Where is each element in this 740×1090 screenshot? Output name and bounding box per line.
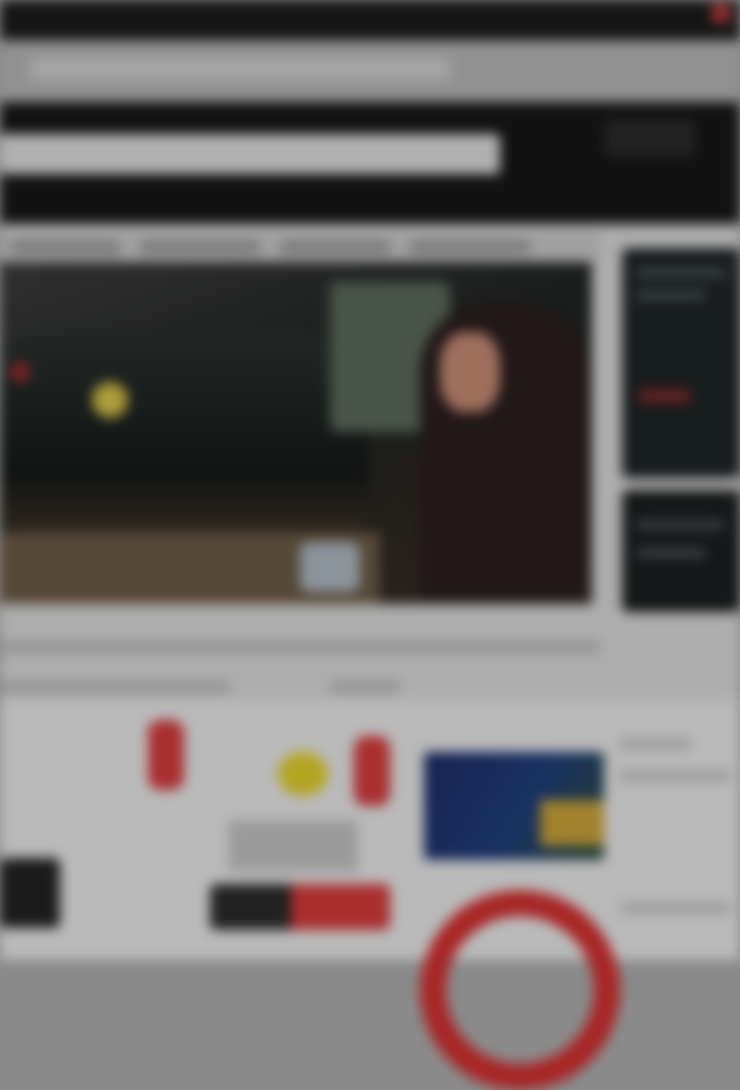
ad-gray-box [228, 820, 358, 872]
sidebar-text-line [636, 268, 726, 278]
hero-image[interactable] [0, 262, 592, 604]
ad-red-shape [354, 736, 390, 806]
ad-red-shape [148, 720, 184, 790]
header-button[interactable] [605, 120, 695, 156]
nav-item[interactable] [140, 240, 260, 254]
hero-yellow-light [92, 382, 128, 418]
ad-yellow-shape [278, 752, 328, 796]
ad-text-line [620, 738, 690, 750]
nav-item[interactable] [410, 240, 530, 254]
article-text-line [330, 680, 400, 694]
promo-gold-block [540, 800, 604, 846]
site-headline [0, 134, 500, 174]
hero-cup [300, 542, 360, 592]
sidebar-text-line [636, 290, 706, 300]
sidebar-text-line [636, 520, 724, 530]
nav-item[interactable] [280, 240, 390, 254]
address-bar[interactable] [30, 58, 450, 80]
browser-bezel [0, 0, 740, 40]
hero-vehicle [0, 332, 370, 532]
ad-text-line [620, 902, 730, 914]
article-text-line [0, 640, 600, 654]
close-icon[interactable] [710, 2, 732, 24]
sidebar-red-tag [640, 390, 690, 402]
nav-item[interactable] [10, 240, 120, 254]
sidebar-text-line [636, 548, 706, 558]
hero-face [440, 332, 500, 412]
ad-text-line [620, 770, 730, 782]
sidebar-card[interactable] [622, 248, 740, 478]
hero-red-light [10, 362, 30, 382]
ad-banner[interactable] [210, 884, 390, 930]
article-text-line [0, 680, 230, 694]
ad-dark-block [0, 858, 60, 928]
ad-logo-ring [420, 890, 620, 1090]
